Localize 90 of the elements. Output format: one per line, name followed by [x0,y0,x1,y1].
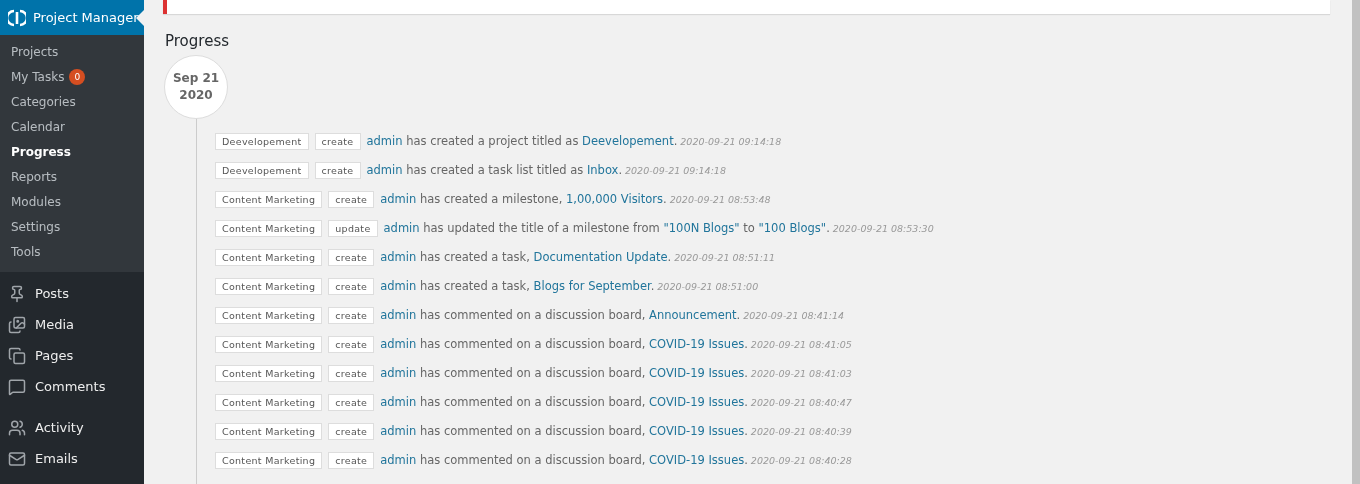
activity-link[interactable]: admin [380,366,417,380]
action-tag: create [328,190,375,208]
activity-link[interactable]: admin [380,395,417,409]
activity-link[interactable]: admin [380,192,417,206]
menu-label: Posts [35,286,69,301]
submenu-item[interactable]: Tools [0,239,144,264]
activity-text: admin has commented on a discussion board, COVID-19 Issues. 2020-09-21 08:40:47 [380,395,852,409]
menu-item[interactable]: Pages [0,340,144,371]
action-tag: create [328,335,375,353]
menu-label: Emails [35,451,78,466]
activity-text: admin has commented on a discussion board, Announcement. 2020-09-21 08:41:14 [380,308,845,322]
activity-text: admin has created a project titled as Deevelopement. 2020-09-21 09:14:18 [366,134,782,148]
activity-link[interactable]: admin [366,163,403,177]
menu-label: Media [35,317,75,332]
project-tag: Deevelopement [215,132,309,150]
activity-link[interactable]: admin [380,453,417,467]
documents-icon [8,346,26,365]
project-tag: Content Marketing [215,190,323,208]
menu-label: Project Manager [33,10,139,25]
action-tag: create [328,248,375,266]
activity-link[interactable]: admin [366,134,403,148]
activity-link[interactable]: admin [380,337,417,351]
menu-item[interactable]: Activity [0,412,144,443]
activity-text: admin has commented on a discussion board, COVID-19 Issues. 2020-09-21 08:41:05 [380,337,852,351]
page-title: Progress [165,32,230,50]
activity-text: admin has commented on a discussion board, COVID-19 Issues. 2020-09-21 08:40:39 [380,424,852,438]
action-tag: create [328,451,375,469]
activity-text: admin has created a task, Blogs for September. 2020-09-21 08:51:00 [380,279,759,293]
submenu-label: My Tasks [11,69,65,84]
submenu-item[interactable]: Categories [0,89,144,114]
activity-link[interactable]: Announcement [649,308,737,322]
menu-label: Pages [35,348,74,363]
menu-item[interactable]: Posts [0,278,144,309]
submenu-item[interactable]: Modules [0,189,144,214]
project-tag: Content Marketing [215,277,323,295]
submenu-item[interactable]: Progress [0,139,144,164]
scrollbar[interactable] [1352,0,1360,484]
activity-link[interactable]: admin [380,250,417,264]
menu-item[interactable]: Media [0,309,144,340]
action-tag: create [328,277,375,295]
submenu-item[interactable]: My Tasks 0 [0,64,144,89]
speech-bubble-icon [8,377,26,396]
year-text: 2020 [179,87,213,104]
submenu-item[interactable]: Projects [0,39,144,64]
project-manager-menu-item[interactable]: Project Manager [0,0,144,35]
project-tag: Content Marketing [215,422,323,440]
action-tag: create [328,306,375,324]
submenu-item[interactable]: Settings [0,214,144,239]
project-tag: Content Marketing [215,306,323,324]
activity-link[interactable]: admin [383,221,420,235]
project-tag: Content Marketing [215,248,323,266]
pin-icon [8,284,26,303]
project-tag: Content Marketing [215,219,323,237]
submenu-item[interactable]: Calendar [0,114,144,139]
logo-icon [8,8,26,27]
activity-text: admin has created a task, Documentation Update. 2020-09-21 08:51:11 [380,250,776,264]
menu-item[interactable]: Emails [0,443,144,474]
activity-text: admin has created a task list titled as Inbox. 2020-09-21 09:14:18 [366,163,726,177]
action-tag: update [328,219,378,237]
activity-link[interactable]: admin [380,424,417,438]
count-badge: 0 [69,68,86,85]
activity-text: admin has updated the title of a milestone from "100N Blogs" to "100 Blogs". 2020-09-21 08:53:30 [383,221,934,235]
project-tag: Content Marketing [215,335,323,353]
project-tag: Content Marketing [215,393,323,411]
project-tag: Content Marketing [215,451,323,469]
action-tag: create [314,132,361,150]
activity-text: admin has commented on a discussion board, COVID-19 Issues. 2020-09-21 08:40:28 [380,453,852,467]
images-icon [8,315,26,334]
envelope-icon [8,449,26,468]
menu-item[interactable]: Comments [0,371,144,402]
project-tag: Content Marketing [215,364,323,382]
date-text: Sep 21 [172,70,220,87]
menu-label: Activity [35,420,84,435]
activity-link[interactable]: Blogs for September [533,279,651,293]
activity-link[interactable]: Documentation Update [533,250,668,264]
action-tag: create [328,422,375,440]
activity-link[interactable]: admin [380,279,417,293]
people-icon [8,418,26,437]
action-tag: create [314,161,361,179]
action-tag: create [328,364,375,382]
activity-link[interactable]: Deevelopement [582,134,674,148]
activity-text: admin has commented on a discussion board, COVID-19 Issues. 2020-09-21 08:41:03 [380,366,852,380]
activity-link[interactable]: "100 Blogs" [758,221,827,235]
activity-link[interactable]: "100N Blogs" [663,221,740,235]
project-tag: Deevelopement [215,161,309,179]
action-tag: create [328,393,375,411]
activity-text: admin has created a milestone, 1,00,000 Visitors. 2020-09-21 08:53:48 [380,192,771,206]
submenu-item[interactable]: Reports [0,164,144,189]
activity-link[interactable]: admin [380,308,417,322]
menu-label: Comments [35,379,106,394]
